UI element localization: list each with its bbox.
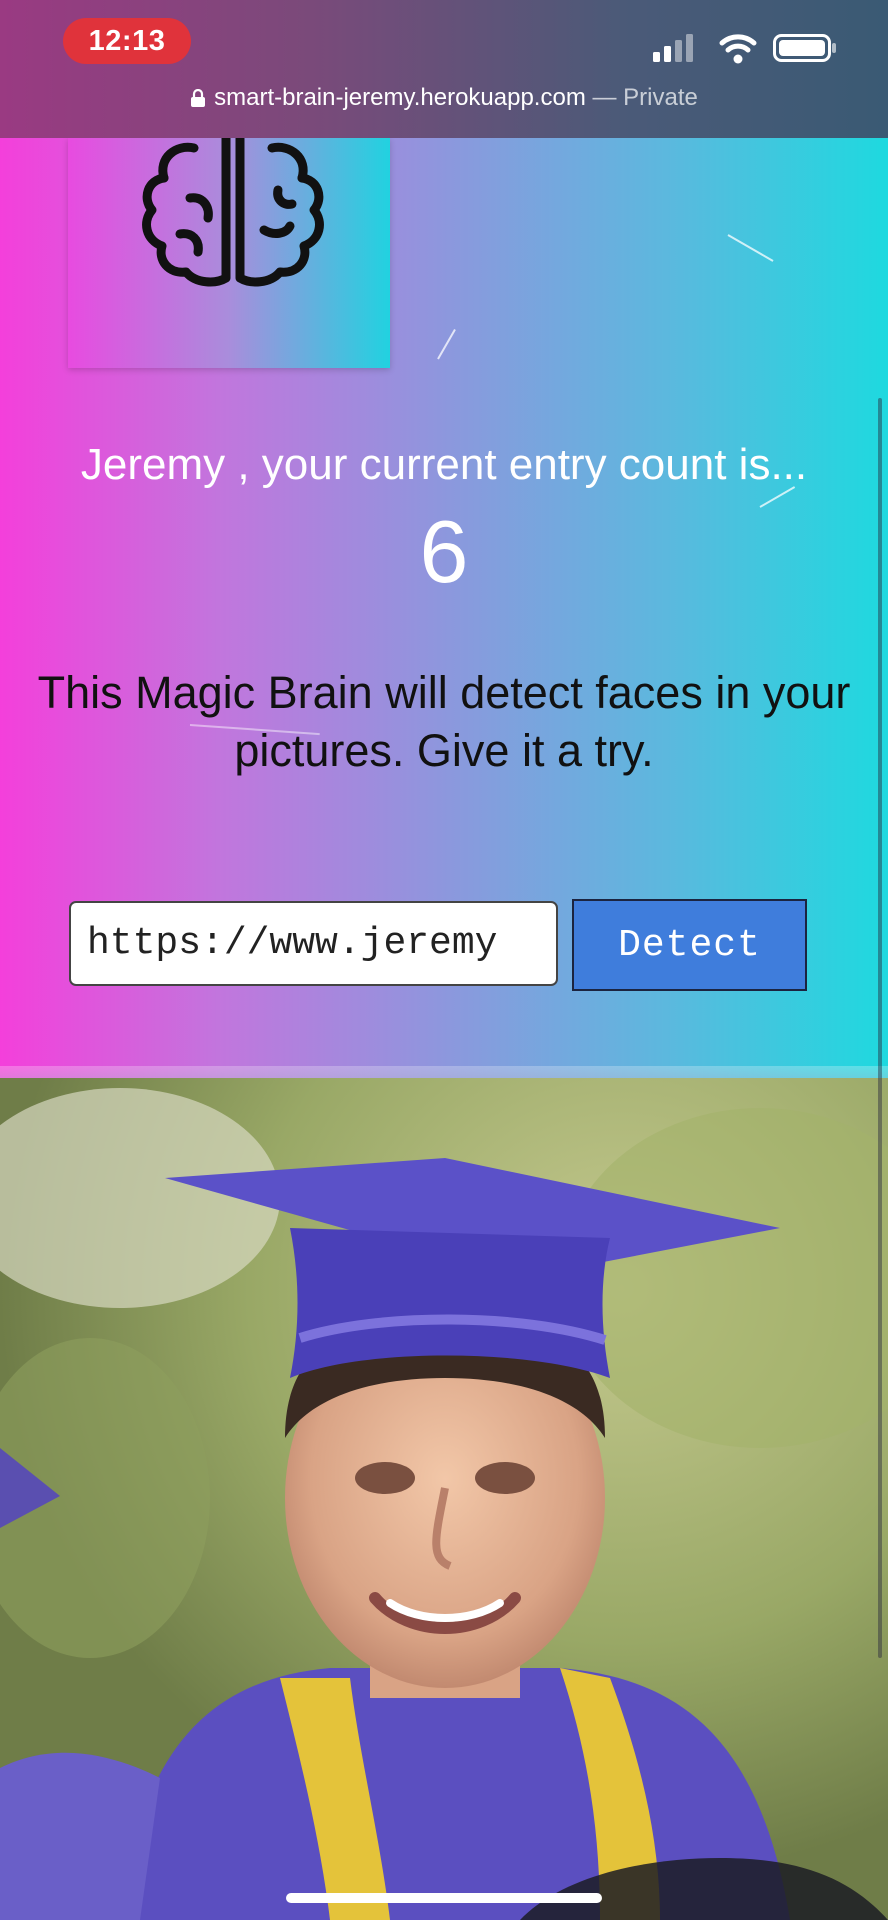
browser-chrome: 12:13 smart-brain-jeremy.herokuapp.com —… [0, 0, 888, 138]
sparkle-line [437, 329, 456, 360]
app-tagline: This Magic Brain will detect faces in yo… [37, 667, 851, 776]
address-bar[interactable]: smart-brain-jeremy.herokuapp.com — Priva… [0, 84, 888, 112]
lock-icon [191, 89, 206, 107]
wifi-icon [719, 34, 757, 64]
page-scrollbar[interactable] [878, 398, 882, 1658]
sparkle-line [727, 234, 774, 262]
url-text: smart-brain-jeremy.herokuapp.com [214, 84, 586, 111]
status-time: 12:13 [63, 18, 191, 64]
detected-face-image [0, 1078, 888, 1920]
signal-icon [653, 34, 693, 62]
entry-count-text: Jeremy , your current entry count is... [80, 440, 808, 489]
graduate-photo [0, 1078, 888, 1920]
battery-icon [773, 34, 836, 62]
detect-button[interactable]: Detect [572, 899, 807, 991]
private-label: — Private [592, 84, 698, 111]
section-divider [0, 1066, 888, 1078]
entry-count-value: 6 [419, 502, 469, 601]
status-icons [653, 34, 836, 64]
image-url-input[interactable] [69, 901, 558, 986]
home-indicator[interactable] [286, 1893, 602, 1903]
app-page: Jeremy , your current entry count is... … [0, 138, 888, 1078]
logo-card [68, 138, 390, 368]
brain-icon [142, 138, 324, 287]
